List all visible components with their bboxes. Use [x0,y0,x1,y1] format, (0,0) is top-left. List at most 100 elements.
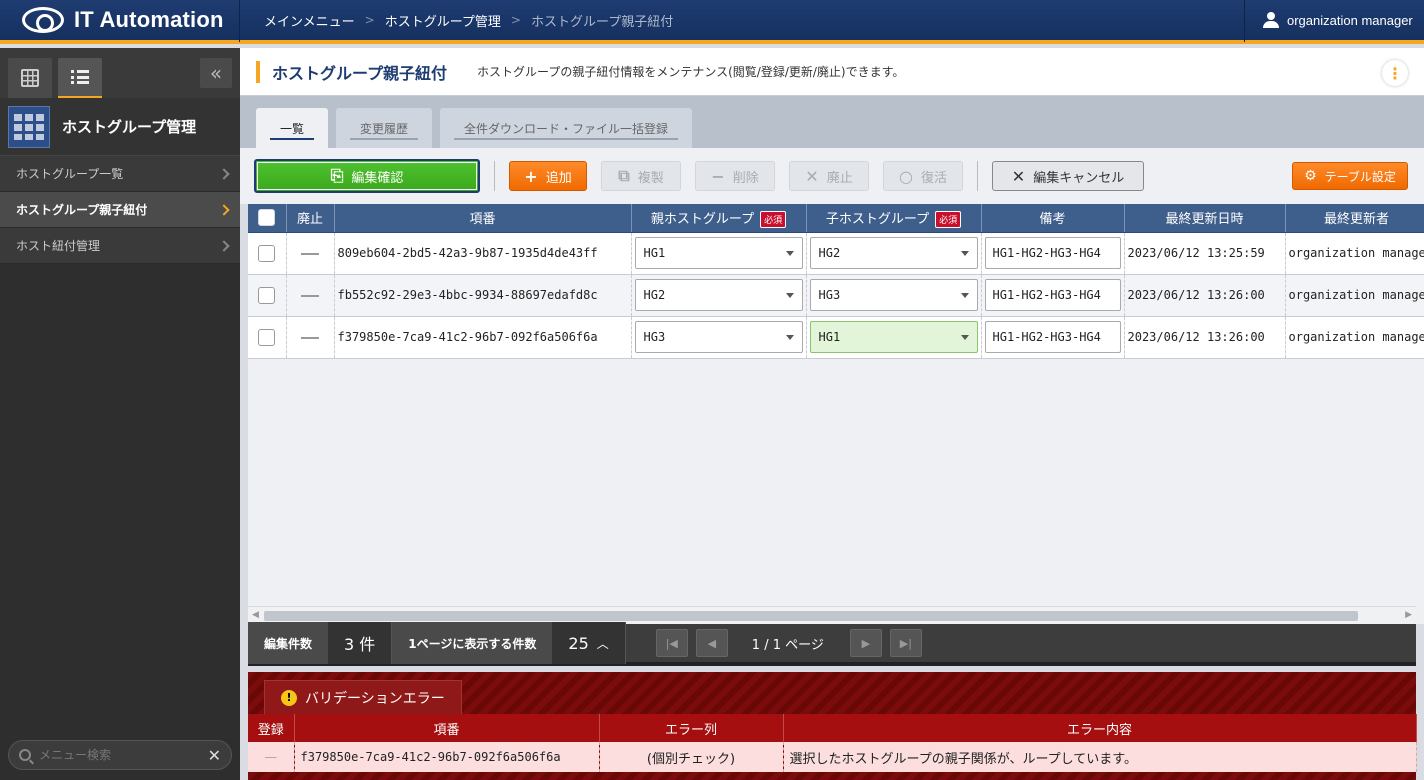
discard-dash [301,252,319,255]
delete-label: 削除 [732,170,759,186]
page-header: ホストグループ親子紐付 ホストグループの親子紐付情報をメンテナンス(閲覧/登録/… [240,48,1424,96]
plus-icon: + [524,166,538,186]
column-header-child[interactable]: 子ホストグループ 必須 [806,204,982,233]
breadcrumb: メインメニュー > ホストグループ管理 > ホストグループ親子紐付 [240,11,1244,30]
validation-row: — f379850e-7ca9-41c2-96b7-092f6a506f6a (… [248,742,1417,772]
caret-down-icon [960,250,969,256]
sidebar-item-host-link-mgmt[interactable]: ホスト紐付管理 [0,228,240,264]
required-badge: 必須 [760,210,787,228]
discard-button[interactable]: ✕ 廃止 [789,161,869,191]
add-button[interactable]: + 追加 [509,161,587,191]
validation-error-panel: ! バリデーションエラー 登録 項番 エラー列 エラー内容 — f379850e… [248,672,1417,780]
collapse-sidebar-button[interactable]: « [200,58,232,88]
last-updated-cell: 2023/06/12 13:25:59 [1124,232,1286,275]
column-header-last-updated[interactable]: 最終更新日時 [1124,204,1286,233]
discard-cell [286,316,335,359]
caret-down-icon [785,292,794,298]
breadcrumb-current: ホストグループ親子紐付 [530,14,674,30]
user-icon [1263,12,1279,28]
main-content: ホストグループ親子紐付 ホストグループの親子紐付情報をメンテナンス(閲覧/登録/… [240,48,1424,780]
first-page-button[interactable]: |◀ [655,629,688,657]
last-page-button[interactable]: ▶| [889,629,922,657]
more-options-button[interactable]: ⋮ [1382,60,1408,86]
caret-down-icon [785,334,794,340]
clear-search-icon[interactable]: ✕ [208,746,221,765]
prev-page-button[interactable]: ◀ [695,629,728,657]
column-header-last-updater[interactable]: 最終更新者 [1285,204,1424,233]
table-settings-button[interactable]: ⚙ テーブル設定 [1292,162,1408,190]
kebab-icon: ⋮ [1387,63,1403,83]
row-checkbox[interactable] [258,328,276,346]
edit-cancel-label: 編集キャンセル [1033,170,1125,186]
per-page-select[interactable]: 25 ︿ [552,622,626,664]
app-logo[interactable]: IT Automation [0,0,240,42]
item-no-cell: 809eb604-2bd5-42a3-9b87-1935d4de43ff [334,232,632,275]
page-description: ホストグループの親子紐付情報をメンテナンス(閲覧/登録/更新/廃止)できます。 [477,65,905,79]
sidebar-tab-list[interactable] [58,58,102,98]
restore-button[interactable]: ○ 復活 [883,161,963,191]
next-page-button[interactable]: ▶ [849,629,882,657]
gear-icon: ⚙ [1304,168,1317,184]
parent-host-group-select[interactable]: HG3 [634,321,803,353]
child-host-group-select[interactable]: HG3 [809,279,978,311]
remarks-cell: HG1-HG2-HG3-HG4 [981,316,1125,359]
validation-column-cell: (個別チェック) [599,742,784,772]
data-grid: 廃止 項番 親ホストグループ 必須 子ホストグループ 必須 備考 最終更新日時 最終… [248,204,1424,624]
tab-download-upload[interactable]: 全件ダウンロード・ファイル一括登録 [440,108,693,148]
delete-button[interactable]: − 削除 [695,161,775,191]
breadcrumb-host-group-mgmt[interactable]: ホストグループ管理 [385,11,501,30]
validation-error-tab[interactable]: ! バリデーションエラー [264,680,462,714]
column-header-item-no[interactable]: 項番 [334,204,632,233]
last-updated-cell: 2023/06/12 13:26:00 [1124,316,1286,359]
host-group-icon [8,105,50,148]
column-header-child-label: 子ホストグループ [825,211,930,227]
required-badge: 必須 [935,210,962,228]
parent-cell: HG3 [631,316,807,359]
remarks-input[interactable]: HG1-HG2-HG3-HG4 [984,321,1121,353]
scroll-left-icon[interactable]: ◀ [252,610,259,620]
duplicate-button[interactable]: ⧉ 複製 [601,161,681,191]
scrollbar-thumb[interactable] [264,611,1358,621]
column-header-remarks[interactable]: 備考 [981,204,1125,233]
edit-cancel-button[interactable]: ✕ 編集キャンセル [992,161,1144,191]
parent-host-group-select[interactable]: HG1 [634,237,803,269]
select-all-checkbox[interactable] [258,209,276,227]
prev-page-icon: ◀ [707,636,717,650]
column-header-parent-label: 親ホストグループ [650,211,755,227]
last-updater-cell: organization manager [1285,316,1424,359]
discard-cell [286,274,335,317]
discard-cell [286,232,335,275]
child-host-group-select-edited[interactable]: HG1 [809,321,978,353]
tab-history[interactable]: 変更履歴 [336,108,433,148]
parent-host-group-select[interactable]: HG2 [634,279,803,311]
validation-item-no-cell: f379850e-7ca9-41c2-96b7-092f6a506f6a [294,742,600,772]
discard-dash [301,294,319,297]
circle-icon: ○ [899,166,913,186]
child-host-group-select[interactable]: HG2 [809,237,978,269]
sidebar-item-host-group-list[interactable]: ホストグループ一覧 [0,156,240,192]
edit-confirm-button[interactable]: ⎘ 編集確認 [254,159,480,193]
sidebar-item-label: ホスト紐付管理 [16,239,101,253]
tab-list[interactable]: 一覧 [256,108,329,148]
table-settings-label: テーブル設定 [1324,169,1396,184]
breadcrumb-main-menu[interactable]: メインメニュー [264,11,355,30]
table-row: f379850e-7ca9-41c2-96b7-092f6a506f6a HG3… [248,316,1424,359]
scroll-right-icon[interactable]: ▶ [1405,610,1412,620]
remarks-input[interactable]: HG1-HG2-HG3-HG4 [984,279,1121,311]
row-checkbox[interactable] [258,286,276,304]
row-checkbox[interactable] [258,244,276,262]
menu-search-input[interactable] [39,748,208,762]
minus-icon: − [711,166,725,186]
duplicate-label: 複製 [637,170,664,186]
remarks-cell: HG1-HG2-HG3-HG4 [981,274,1125,317]
child-cell: HG1 [806,316,982,359]
child-cell: HG3 [806,274,982,317]
sidebar-item-host-group-parent-child[interactable]: ホストグループ親子紐付 [0,192,240,228]
warning-icon: ! [281,689,297,706]
menu-search: ✕ [8,740,232,770]
column-header-discard[interactable]: 廃止 [286,204,335,233]
remarks-input[interactable]: HG1-HG2-HG3-HG4 [984,237,1121,269]
column-header-parent[interactable]: 親ホストグループ 必須 [631,204,807,233]
sidebar-tab-grid[interactable] [8,58,52,98]
user-menu[interactable]: organization manager [1244,0,1424,42]
